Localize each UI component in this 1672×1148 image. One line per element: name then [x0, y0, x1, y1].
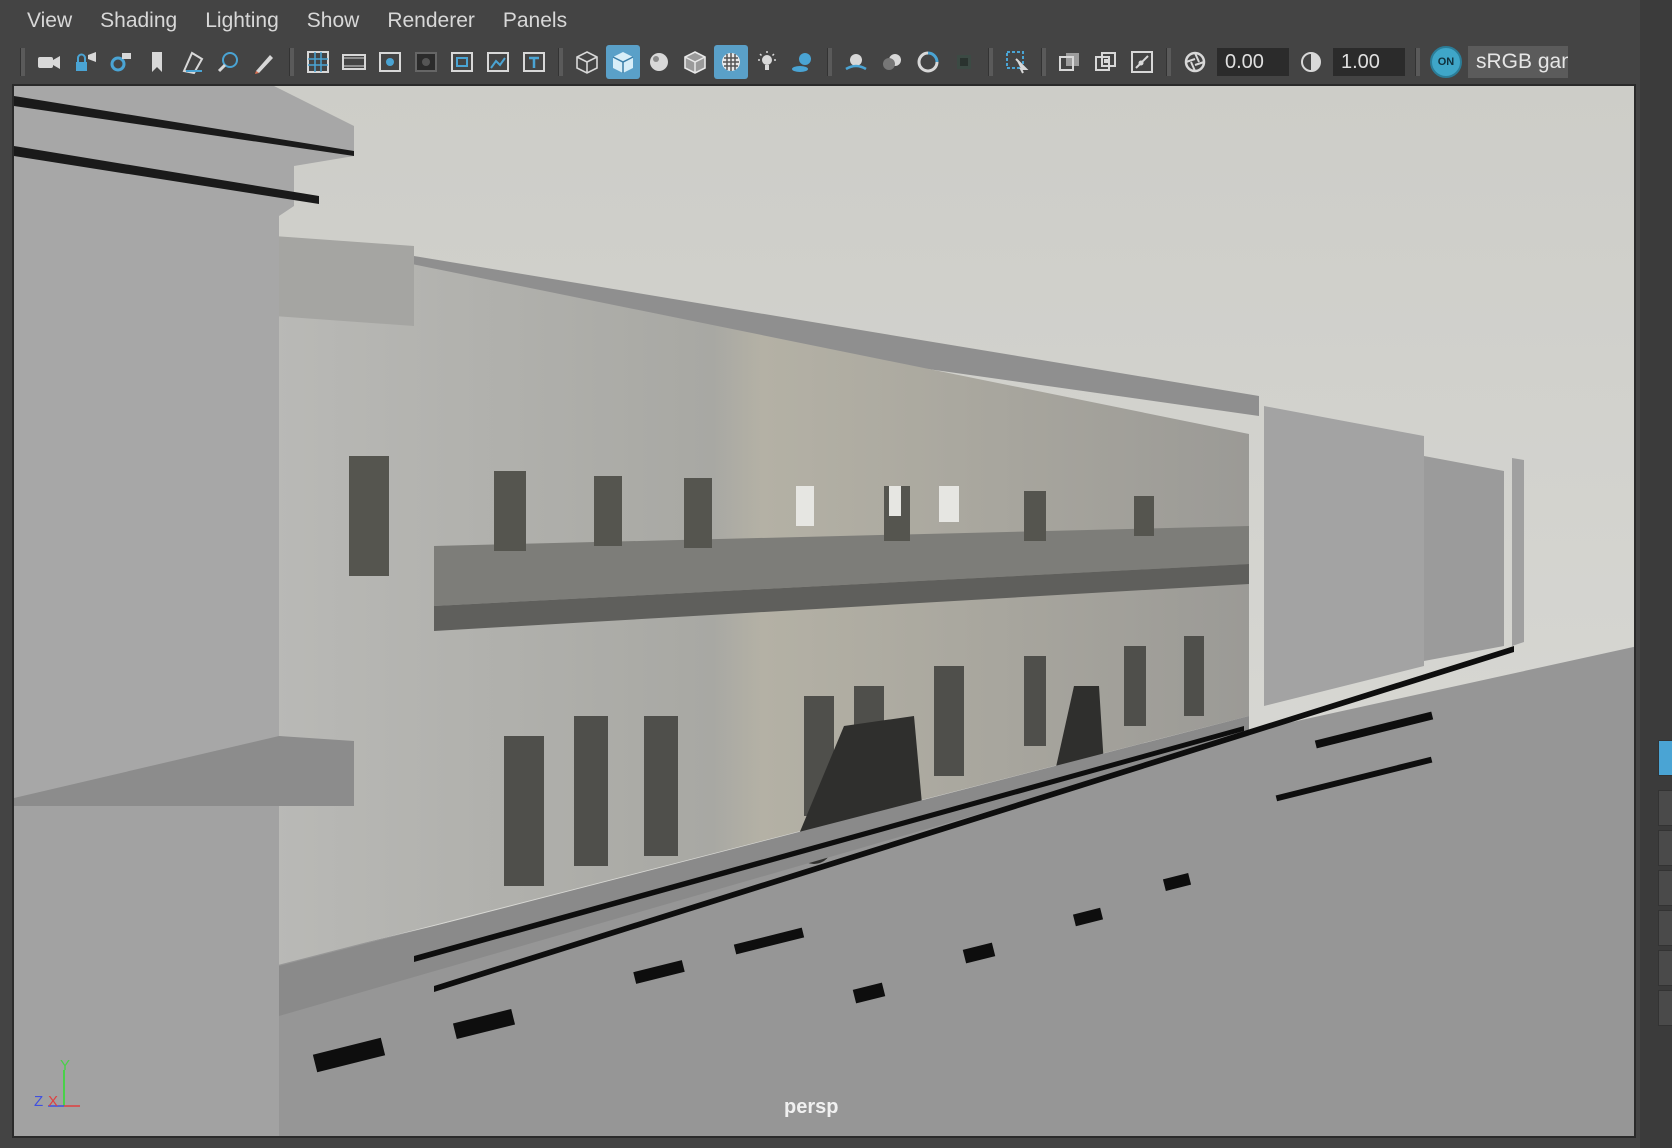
xray-icon[interactable]: [1053, 45, 1087, 79]
side-panel-tab[interactable]: [1658, 740, 1672, 776]
facade-cornice: [274, 236, 414, 326]
camera-name-label: persp: [784, 1096, 839, 1118]
film-gate-icon[interactable]: [337, 45, 371, 79]
bookmark-icon[interactable]: [140, 45, 174, 79]
far-block: [1264, 406, 1424, 706]
safe-action-icon[interactable]: [481, 45, 515, 79]
toolbar-separator: [1166, 48, 1171, 76]
axis-z-label: Z: [34, 1093, 43, 1110]
motion-blur-icon[interactable]: [875, 45, 909, 79]
axis-y-label: Y: [60, 1057, 70, 1074]
toolbar-separator: [827, 48, 832, 76]
menu-renderer[interactable]: Renderer: [373, 0, 489, 42]
side-panel-edge: [1640, 0, 1672, 1148]
xray-joints-icon[interactable]: [1125, 45, 1159, 79]
side-panel-tab[interactable]: [1658, 910, 1672, 946]
menu-panels[interactable]: Panels: [489, 0, 581, 42]
xray-active-components-icon[interactable]: [1089, 45, 1123, 79]
side-panel-tab[interactable]: [1658, 990, 1672, 1026]
resolution-gate-icon[interactable]: [373, 45, 407, 79]
toolbar-separator: [20, 48, 25, 76]
panel-toolbar: 0.00 1.00 ON sRGB gam: [0, 42, 1640, 82]
toolbar-separator: [558, 48, 563, 76]
camera-lock-icon[interactable]: [68, 45, 102, 79]
default-material-icon[interactable]: [642, 45, 676, 79]
color-management-toggle[interactable]: ON: [1430, 46, 1462, 78]
toolbar-separator: [1041, 48, 1046, 76]
shadows-icon[interactable]: [786, 45, 820, 79]
toolbar-separator: [289, 48, 294, 76]
field-chart-icon[interactable]: [445, 45, 479, 79]
far-block: [1424, 456, 1504, 661]
wireframe-on-shaded-icon[interactable]: [678, 45, 712, 79]
menu-lighting[interactable]: Lighting: [191, 0, 293, 42]
far-block: [1512, 458, 1524, 646]
depth-of-field-icon[interactable]: [947, 45, 981, 79]
isolate-select-icon[interactable]: [1000, 45, 1034, 79]
grid-icon[interactable]: [301, 45, 335, 79]
gamma-field[interactable]: 1.00: [1333, 48, 1405, 76]
exposure-icon[interactable]: [1178, 45, 1212, 79]
camera-icon[interactable]: [32, 45, 66, 79]
side-panel-tab[interactable]: [1658, 830, 1672, 866]
camera-attributes-icon[interactable]: [104, 45, 138, 79]
use-all-lights-icon[interactable]: [750, 45, 784, 79]
toolbar-separator: [1415, 48, 1420, 76]
panel-menu-bar: View Shading Lighting Show Renderer Pane…: [0, 0, 1640, 42]
image-plane-icon[interactable]: [176, 45, 210, 79]
anti-aliasing-icon[interactable]: [911, 45, 945, 79]
smooth-shade-icon[interactable]: [606, 45, 640, 79]
side-panel-tab[interactable]: [1658, 790, 1672, 826]
axis-x-label: X: [48, 1093, 58, 1110]
wireframe-icon[interactable]: [570, 45, 604, 79]
textured-icon[interactable]: [714, 45, 748, 79]
3d-viewport[interactable]: persp Y Z X: [12, 84, 1636, 1138]
menu-view[interactable]: View: [0, 0, 86, 42]
toolbar-separator: [988, 48, 993, 76]
safe-title-icon[interactable]: [517, 45, 551, 79]
menu-shading[interactable]: Shading: [86, 0, 191, 42]
grease-pencil-icon[interactable]: [248, 45, 282, 79]
2d-pan-zoom-icon[interactable]: [212, 45, 246, 79]
side-panel-tab[interactable]: [1658, 870, 1672, 906]
gamma-icon[interactable]: [1294, 45, 1328, 79]
exposure-field[interactable]: 0.00: [1217, 48, 1289, 76]
view-transform-dropdown[interactable]: sRGB gam: [1468, 46, 1568, 78]
side-panel-tab[interactable]: [1658, 950, 1672, 986]
scene-render: [14, 86, 1634, 1136]
view-axis-gizmo: Y Z X: [30, 1056, 90, 1116]
menu-show[interactable]: Show: [293, 0, 374, 42]
screen-space-ao-icon[interactable]: [839, 45, 873, 79]
gate-mask-icon[interactable]: [409, 45, 443, 79]
